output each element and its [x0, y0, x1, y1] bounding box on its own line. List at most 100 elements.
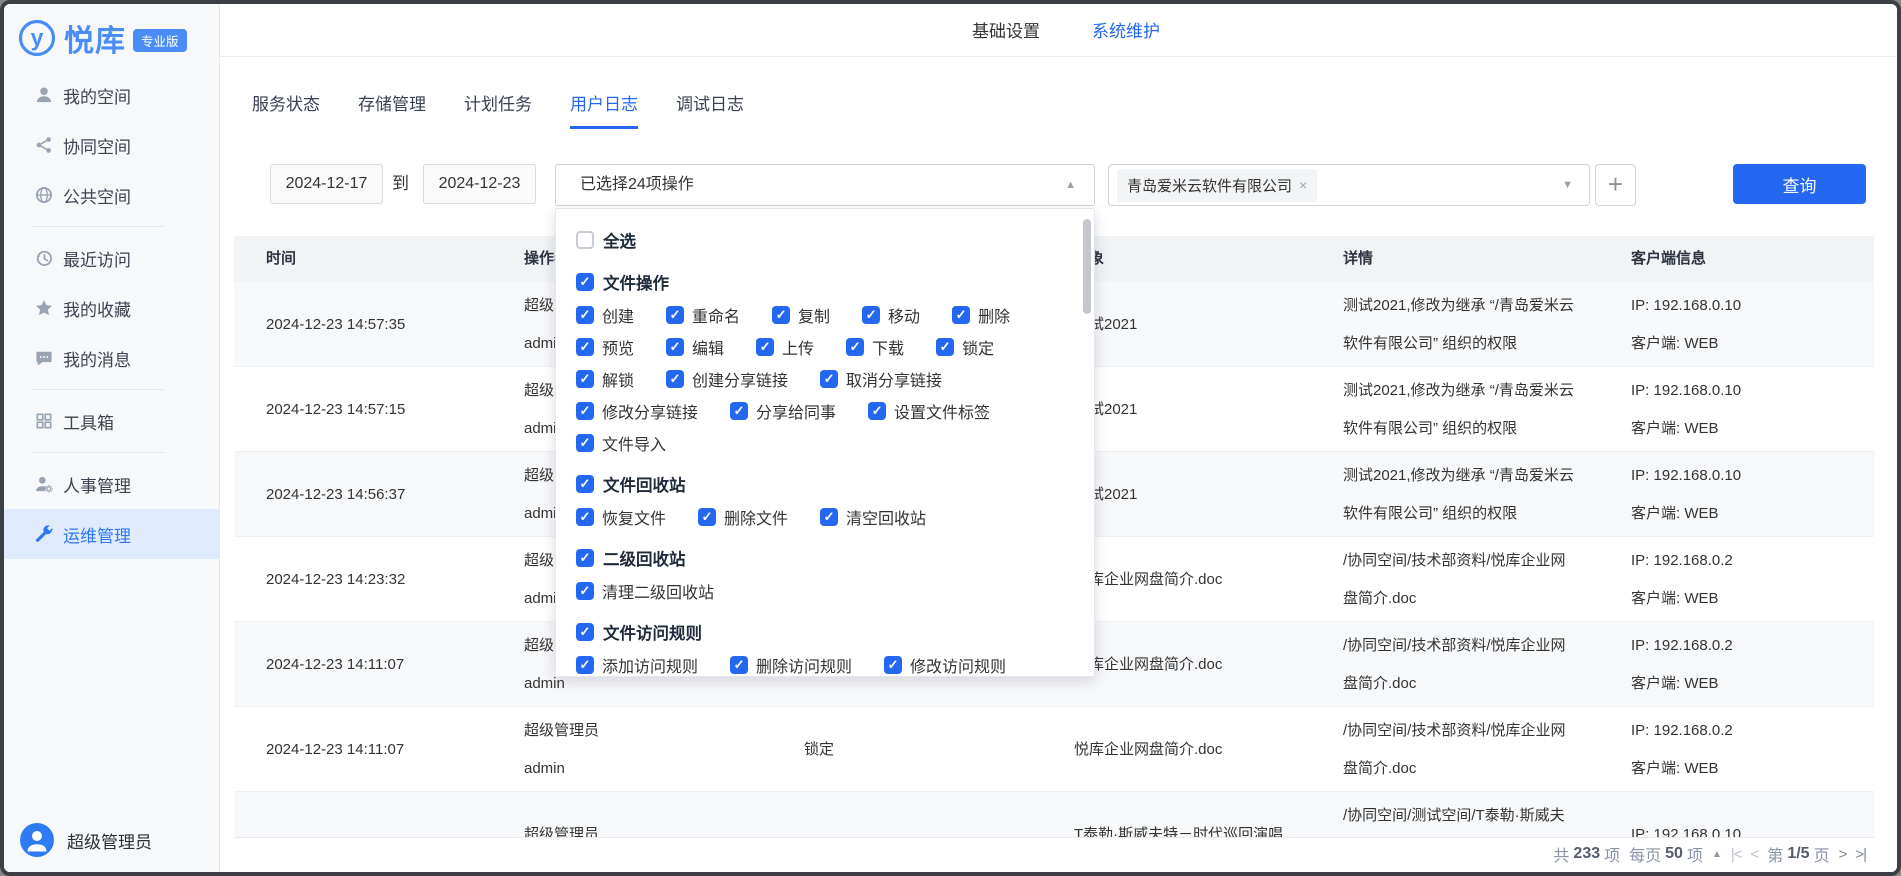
- last-page-icon[interactable]: >|: [1855, 846, 1866, 863]
- topnav-basic-settings[interactable]: 基础设置: [972, 17, 1040, 42]
- checkbox-icon[interactable]: [576, 475, 594, 493]
- operation-option[interactable]: 创建分享链接: [666, 363, 788, 395]
- checkbox-icon[interactable]: [666, 370, 684, 388]
- sidebar-item-public-space[interactable]: 公共空间: [4, 170, 219, 220]
- operation-option[interactable]: 重命名: [666, 299, 740, 331]
- next-page-icon[interactable]: >: [1839, 846, 1847, 863]
- user-icon: [34, 85, 54, 105]
- tab-service-status[interactable]: 服务状态: [252, 90, 320, 129]
- globe-icon: [34, 185, 54, 205]
- group-title-row[interactable]: 文件操作: [576, 265, 1070, 299]
- checkbox-icon[interactable]: [868, 402, 886, 420]
- per-page-select[interactable]: 每页50项: [1629, 842, 1703, 866]
- tab-scheduled-tasks[interactable]: 计划任务: [464, 90, 532, 129]
- add-filter-button[interactable]: +: [1595, 164, 1636, 206]
- checkbox-icon[interactable]: [952, 306, 970, 324]
- operation-option[interactable]: 清空回收站: [820, 501, 926, 533]
- operation-option[interactable]: 文件导入: [576, 427, 666, 459]
- operation-option[interactable]: 复制: [772, 299, 830, 331]
- per-page-collapse-icon[interactable]: ▲: [1712, 849, 1722, 860]
- checkbox-icon[interactable]: [576, 370, 594, 388]
- operation-option[interactable]: 创建: [576, 299, 634, 331]
- checkbox-icon[interactable]: [730, 656, 748, 674]
- sidebar-item-favorites[interactable]: 我的收藏: [4, 283, 219, 333]
- operations-multiselect[interactable]: 已选择24项操作 ▲: [555, 164, 1095, 206]
- operation-option[interactable]: 恢复文件: [576, 501, 666, 533]
- tab-debug-logs[interactable]: 调试日志: [676, 90, 744, 129]
- checkbox-icon[interactable]: [862, 306, 880, 324]
- group-title-row[interactable]: 二级回收站: [576, 541, 1070, 575]
- sidebar-item-label: 协同空间: [63, 133, 131, 158]
- date-range-to-label: 到: [392, 164, 409, 204]
- checkbox-icon[interactable]: [576, 402, 594, 420]
- sidebar-item-collab-space[interactable]: 协同空间: [4, 120, 219, 170]
- checkbox-icon[interactable]: [846, 338, 864, 356]
- operation-option[interactable]: 删除文件: [698, 501, 788, 533]
- checkbox-icon[interactable]: [576, 582, 594, 600]
- dropdown-scrollbar[interactable]: [1083, 213, 1091, 672]
- operation-option[interactable]: 删除: [952, 299, 1010, 331]
- operation-option[interactable]: 预览: [576, 331, 634, 363]
- select-all-row[interactable]: 全选: [576, 223, 1070, 257]
- sidebar-item-label: 最近访问: [63, 246, 131, 271]
- sidebar-item-hr-management[interactable]: 人事管理: [4, 459, 219, 509]
- sidebar-item-messages[interactable]: 我的消息: [4, 333, 219, 383]
- checkbox-icon[interactable]: [576, 306, 594, 324]
- checkbox-icon[interactable]: [698, 508, 716, 526]
- operation-option[interactable]: 上传: [756, 331, 814, 363]
- cell-client: IP: 192.168.0.10: [1607, 792, 1874, 837]
- checkbox-icon[interactable]: [576, 549, 594, 567]
- operation-option[interactable]: 删除访问规则: [730, 649, 852, 677]
- date-to-input[interactable]: 2024-12-23: [423, 164, 536, 204]
- tab-storage-management[interactable]: 存储管理: [358, 90, 426, 129]
- logo-y-icon: y: [17, 18, 57, 58]
- scrollbar-thumb[interactable]: [1083, 219, 1091, 314]
- operation-option[interactable]: 取消分享链接: [820, 363, 942, 395]
- checkbox-icon[interactable]: [666, 306, 684, 324]
- checkbox-icon[interactable]: [576, 623, 594, 641]
- operation-option[interactable]: 下载: [846, 331, 904, 363]
- checkbox-icon[interactable]: [820, 508, 838, 526]
- sidebar-item-my-space[interactable]: 我的空间: [4, 70, 219, 120]
- search-button[interactable]: 查询: [1733, 164, 1866, 204]
- group-title-row[interactable]: 文件回收站: [576, 467, 1070, 501]
- checkbox-icon[interactable]: [576, 273, 594, 291]
- cell-detail: /协同空间/技术部资料/悦库企业网盘简介.doc: [1319, 707, 1607, 792]
- operation-option[interactable]: 分享给同事: [730, 395, 836, 427]
- operation-option[interactable]: 添加访问规则: [576, 649, 698, 677]
- checkbox-icon[interactable]: [576, 231, 594, 249]
- group-title-row[interactable]: 文件访问规则: [576, 615, 1070, 649]
- checkbox-icon[interactable]: [820, 370, 838, 388]
- sidebar-item-toolbox[interactable]: 工具箱: [4, 396, 219, 446]
- operation-option[interactable]: 锁定: [936, 331, 994, 363]
- checkbox-icon[interactable]: [576, 338, 594, 356]
- date-from-input[interactable]: 2024-12-17: [270, 164, 383, 204]
- checkbox-icon[interactable]: [576, 656, 594, 674]
- tab-user-logs[interactable]: 用户日志: [570, 90, 638, 129]
- operation-option[interactable]: 解锁: [576, 363, 634, 395]
- operation-option[interactable]: 移动: [862, 299, 920, 331]
- operation-option[interactable]: 编辑: [666, 331, 724, 363]
- checkbox-icon[interactable]: [772, 306, 790, 324]
- cell-operator: 超级管理员admin: [500, 707, 772, 792]
- prev-page-icon[interactable]: <: [1751, 846, 1759, 863]
- operation-option[interactable]: 清理二级回收站: [576, 575, 714, 607]
- operation-option[interactable]: 修改访问规则: [884, 649, 1006, 677]
- first-page-icon[interactable]: |<: [1731, 846, 1742, 863]
- operation-option[interactable]: 修改分享链接: [576, 395, 698, 427]
- checkbox-icon[interactable]: [666, 338, 684, 356]
- company-select[interactable]: 青岛爱米云软件有限公司 × ▼: [1108, 164, 1590, 206]
- topnav-system-maintenance[interactable]: 系统维护: [1092, 17, 1160, 42]
- checkbox-icon[interactable]: [756, 338, 774, 356]
- chevron-up-icon: ▲: [1065, 165, 1076, 205]
- sidebar-item-recent[interactable]: 最近访问: [4, 233, 219, 283]
- column-header-detail: 详情: [1319, 236, 1607, 282]
- operation-option[interactable]: 设置文件标签: [868, 395, 990, 427]
- checkbox-icon[interactable]: [884, 656, 902, 674]
- checkbox-icon[interactable]: [576, 508, 594, 526]
- checkbox-icon[interactable]: [936, 338, 954, 356]
- checkbox-icon[interactable]: [576, 434, 594, 452]
- tag-close-icon[interactable]: ×: [1299, 177, 1307, 193]
- sidebar-item-ops-management[interactable]: 运维管理: [4, 509, 219, 559]
- checkbox-icon[interactable]: [730, 402, 748, 420]
